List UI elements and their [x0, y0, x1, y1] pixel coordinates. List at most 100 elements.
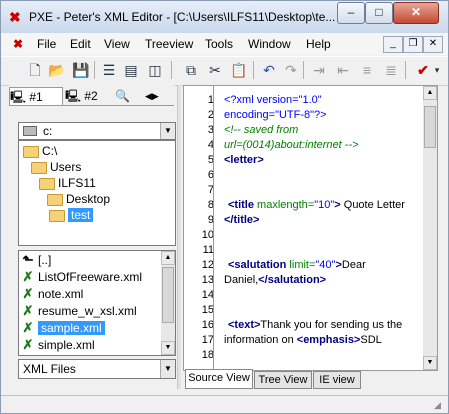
folder-open-icon — [31, 161, 47, 174]
scroll-down-icon[interactable]: ▼ — [423, 356, 437, 370]
mdi-close-button[interactable]: ✕ — [423, 36, 443, 53]
xml-file-icon: ✗ — [22, 269, 34, 284]
folder-open-icon — [23, 145, 39, 158]
computer-icon: 🖳 — [65, 89, 82, 103]
code-value: "10" — [314, 199, 335, 211]
toolbar-separator — [171, 61, 172, 79]
align-icon[interactable]: ≣ — [381, 60, 401, 80]
source-editor[interactable]: 1 2 3 4 5 6 7 8 9 10 11 12 13 14 15 16 1… — [183, 85, 438, 371]
code-line: </title> — [224, 213, 414, 228]
scroll-thumb[interactable] — [162, 267, 174, 323]
directory-label: C:\ — [42, 144, 58, 158]
status-bar: ◢ — [1, 395, 448, 413]
indent-icon[interactable]: ⇥ — [309, 60, 329, 80]
paste-icon[interactable]: 📋 — [229, 60, 249, 80]
code-line: <letter> — [224, 153, 414, 168]
chevron-down-icon[interactable]: ▼ — [160, 360, 175, 378]
code-line: encoding="UTF-8"?> — [224, 108, 414, 123]
file-item[interactable]: ✗ simple.xml — [21, 336, 95, 354]
resize-grip-icon[interactable]: ◢ — [434, 400, 446, 412]
line-number: 8 — [207, 199, 214, 211]
tab-source-view[interactable]: Source View — [185, 369, 253, 389]
line-number: 9 — [207, 214, 214, 226]
file-type-select[interactable]: XML Files ▼ — [18, 359, 176, 379]
file-item[interactable]: ✗ ListOfFreeware.xml — [21, 268, 142, 286]
menu-help[interactable]: Help — [306, 37, 331, 51]
tab-file-browser-1[interactable]: 🖳 #1 — [9, 87, 63, 106]
menu-tools[interactable]: Tools — [205, 37, 233, 51]
tile-horizontal-icon[interactable]: ☰ — [99, 60, 119, 80]
file-type-value: XML Files — [23, 362, 76, 376]
cut-icon[interactable]: ✂ — [205, 60, 225, 80]
toolbar-separator — [405, 61, 406, 79]
tile-icon[interactable]: ◫ — [145, 60, 165, 80]
drive-icon — [23, 126, 37, 136]
tab-scroll-arrows[interactable]: ◀▶ — [145, 87, 173, 105]
line-number: 6 — [207, 169, 214, 181]
mdi-restore-button[interactable]: ❐ — [403, 36, 423, 53]
file-list-scrollbar[interactable]: ▲ ▼ — [161, 251, 175, 355]
mdi-minimize-button[interactable]: _ — [383, 36, 403, 53]
directory-label: ILFS11 — [58, 176, 96, 190]
tab-search[interactable]: 🔍 — [115, 87, 141, 105]
line-number: 2 — [207, 109, 214, 121]
chevron-left-icon[interactable]: ◀ — [145, 91, 152, 101]
tab-tree-view[interactable]: Tree View — [254, 371, 312, 389]
menu-view[interactable]: View — [104, 37, 130, 51]
chevron-right-icon[interactable]: ▶ — [152, 91, 159, 101]
scroll-thumb[interactable] — [424, 106, 436, 148]
menu-window[interactable]: Window — [248, 37, 291, 51]
file-label: ListOfFreeware.xml — [38, 270, 143, 284]
directory-item[interactable]: ILFS11 — [39, 175, 96, 191]
outdent-icon[interactable]: ⇤ — [333, 60, 353, 80]
undo-icon[interactable]: ↶ — [259, 60, 279, 80]
file-item[interactable]: ✗ resume_w_xsl.xml — [21, 302, 137, 320]
pane-splitter[interactable] — [177, 85, 181, 389]
directory-list[interactable]: C:\ Users ILFS11 Desktop test — [18, 140, 176, 246]
menu-treeview[interactable]: Treeview — [145, 37, 193, 51]
title-bar[interactable]: ✖ PXE - Peter's XML Editor - [C:\Users\I… — [1, 1, 448, 33]
new-file-icon[interactable]: 🗋 — [25, 60, 45, 80]
document-menu-icon[interactable]: ✖ — [13, 37, 23, 51]
scroll-down-icon[interactable]: ▼ — [161, 341, 175, 355]
scroll-up-icon[interactable]: ▲ — [161, 251, 175, 265]
tab-divider — [9, 105, 174, 106]
minimize-button[interactable]: – — [337, 2, 365, 24]
file-item[interactable]: ✗ note.xml — [21, 285, 84, 303]
code-text: Dear — [341, 259, 366, 271]
editor-scrollbar[interactable]: ▲ ▼ — [423, 86, 437, 370]
code-line: <salutation limit="40">Dear — [228, 258, 418, 273]
xml-file-icon: ✗ — [22, 337, 34, 352]
tile-vertical-icon[interactable]: ▤ — [121, 60, 141, 80]
menu-edit[interactable]: Edit — [70, 37, 91, 51]
menu-file[interactable]: File — [37, 37, 56, 51]
file-label: sample.xml — [38, 321, 105, 335]
tab-ie-view[interactable]: IE view — [313, 371, 361, 389]
directory-item[interactable]: Users — [31, 159, 81, 175]
redo-icon[interactable]: ↷ — [281, 60, 301, 80]
window-title: PXE - Peter's XML Editor - [C:\Users\ILF… — [29, 10, 335, 24]
chevron-down-icon[interactable]: ▼ — [160, 123, 175, 139]
maximize-button[interactable]: □ — [365, 2, 393, 24]
save-icon[interactable]: 💾 — [71, 60, 91, 80]
directory-item[interactable]: Desktop — [47, 191, 110, 207]
close-button[interactable]: ✕ — [393, 2, 439, 24]
parent-directory-item[interactable]: ⬑ [..] — [21, 251, 52, 269]
open-folder-icon[interactable]: 📂 — [47, 60, 67, 80]
directory-item[interactable]: C:\ — [23, 143, 57, 159]
code-text: SDL — [360, 334, 382, 346]
code-line: url=(0014)about:internet --> — [224, 138, 414, 153]
tab-file-browser-2[interactable]: 🖳 #2 — [65, 87, 109, 105]
directory-item-selected[interactable]: test — [39, 207, 170, 223]
code-text: Daniel, — [224, 274, 259, 286]
scroll-up-icon[interactable]: ▲ — [423, 86, 437, 100]
validate-icon[interactable]: ✔ — [413, 60, 433, 80]
pxe-app-icon[interactable]: ✖ — [9, 10, 21, 24]
code-tag: <emphasis> — [296, 334, 361, 346]
copy-icon[interactable]: ⧉ — [181, 60, 201, 80]
file-list[interactable]: ⬑ [..] ✗ ListOfFreeware.xml ✗ note.xml ✗ res… — [18, 250, 176, 356]
toolbar-overflow-icon[interactable]: ▾ — [431, 60, 443, 80]
drive-select[interactable]: c: ▼ — [18, 122, 176, 140]
file-item-selected[interactable]: ✗ sample.xml — [21, 319, 105, 337]
format-icon[interactable]: ≡ — [357, 60, 377, 80]
